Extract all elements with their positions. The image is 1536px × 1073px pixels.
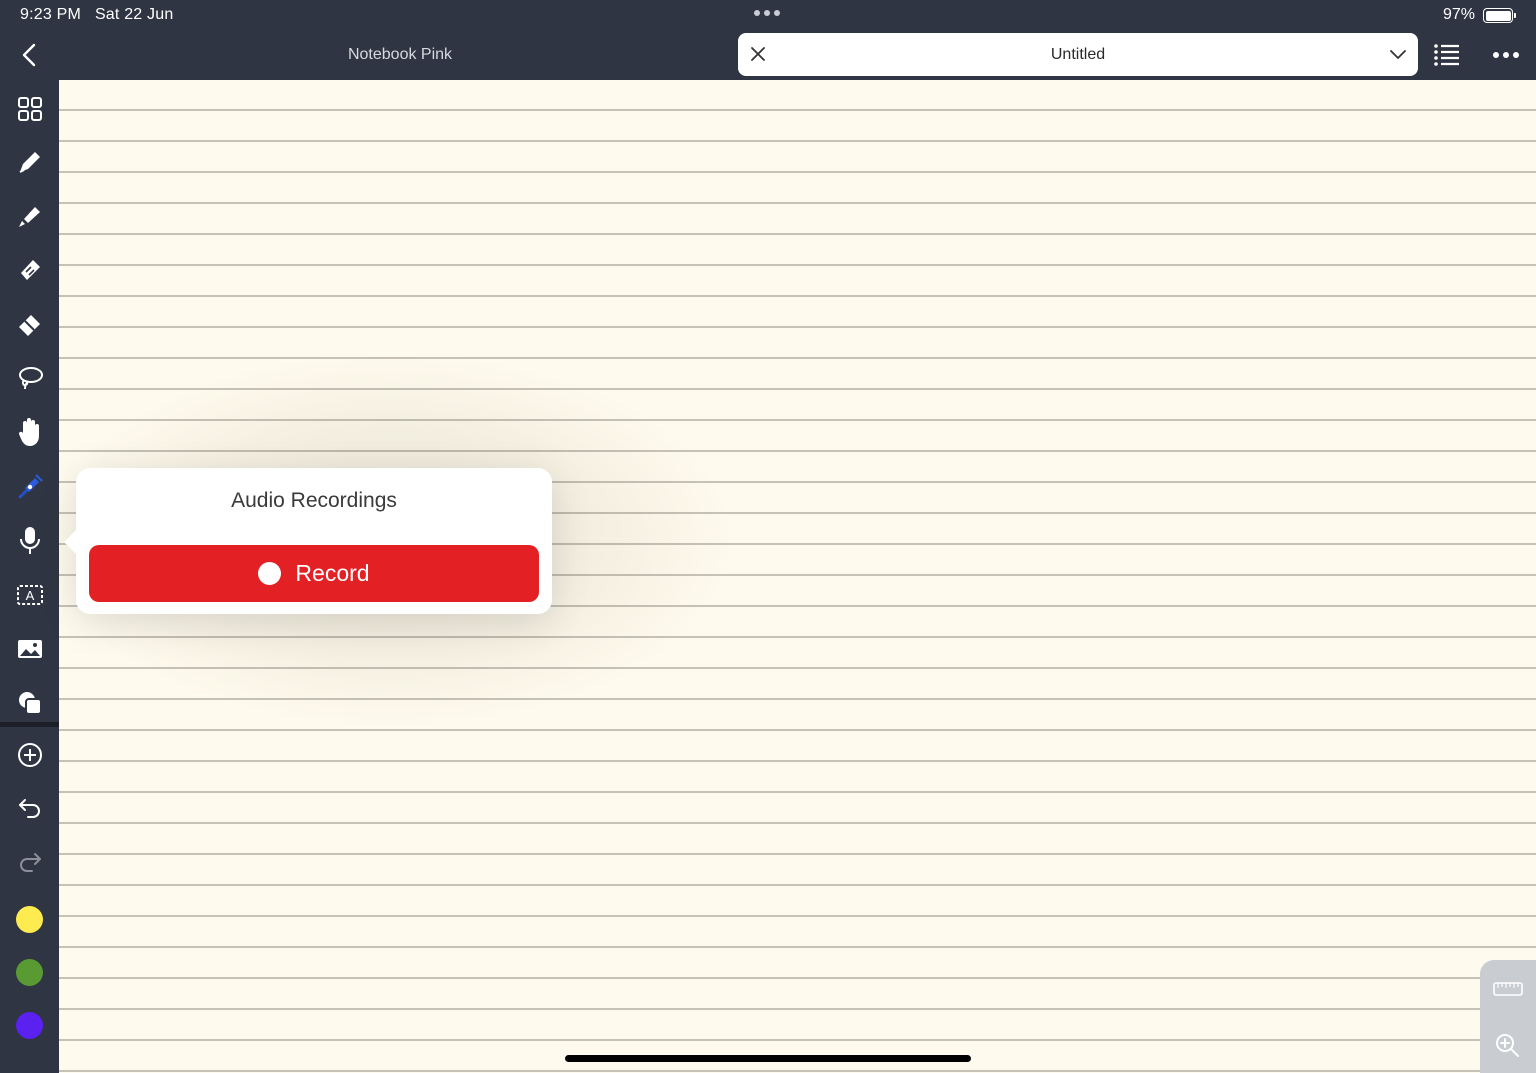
status-time: 9:23 PM Sat 22 Jun — [20, 6, 173, 24]
lasso-icon[interactable] — [11, 359, 49, 397]
zoom-icon[interactable] — [1492, 1030, 1522, 1060]
color-swatch-purple[interactable] — [16, 1012, 43, 1039]
record-button[interactable]: Record — [89, 545, 539, 602]
microphone-icon[interactable] — [11, 522, 49, 560]
hand-icon[interactable] — [11, 413, 49, 451]
redo-icon[interactable] — [11, 843, 49, 881]
outline-list-button[interactable] — [1432, 42, 1462, 68]
multitasking-dots[interactable] — [754, 10, 780, 16]
image-icon[interactable] — [11, 630, 49, 668]
svg-text:A: A — [26, 588, 35, 603]
pen-icon[interactable] — [11, 143, 49, 181]
undo-icon[interactable] — [11, 789, 49, 827]
back-button[interactable] — [14, 40, 44, 70]
more-options-button[interactable] — [1490, 48, 1522, 62]
color-swatch-yellow[interactable] — [16, 906, 43, 933]
battery-percent: 97% — [1443, 6, 1476, 23]
sidebar-divider — [0, 722, 59, 727]
top-bar: 9:23 PM Sat 22 Jun 97% Notebook Pink Unt… — [0, 0, 1536, 80]
home-indicator[interactable] — [565, 1055, 971, 1062]
battery-icon — [1483, 8, 1516, 23]
text-box-icon[interactable]: A — [11, 576, 49, 614]
ruler-icon[interactable] — [1492, 980, 1524, 998]
notebook-title: Notebook Pink — [347, 46, 453, 63]
tool-sidebar: A — [0, 80, 59, 1073]
shapes-icon[interactable] — [11, 684, 49, 722]
add-icon[interactable] — [11, 736, 49, 774]
record-label: Record — [295, 560, 370, 586]
chevron-down-icon[interactable] — [1388, 45, 1408, 65]
eraser-icon[interactable] — [11, 305, 49, 343]
popover-title: Audio Recordings — [231, 489, 397, 512]
document-title: Untitled — [1050, 46, 1106, 63]
audio-recordings-popover: Audio Recordings Record — [64, 468, 552, 614]
color-swatch-green[interactable] — [16, 959, 43, 986]
tape-icon[interactable] — [11, 251, 49, 289]
date-text: Sat 22 Jun — [94, 6, 174, 23]
pages-grid-icon[interactable] — [11, 90, 49, 128]
laser-pointer-icon[interactable] — [11, 468, 49, 506]
time-text: 9:23 PM — [20, 6, 81, 23]
bottom-right-panel — [1480, 960, 1536, 1073]
record-dot-icon — [258, 562, 282, 585]
highlighter-icon[interactable] — [11, 197, 49, 235]
document-tab[interactable]: Untitled — [738, 33, 1418, 76]
